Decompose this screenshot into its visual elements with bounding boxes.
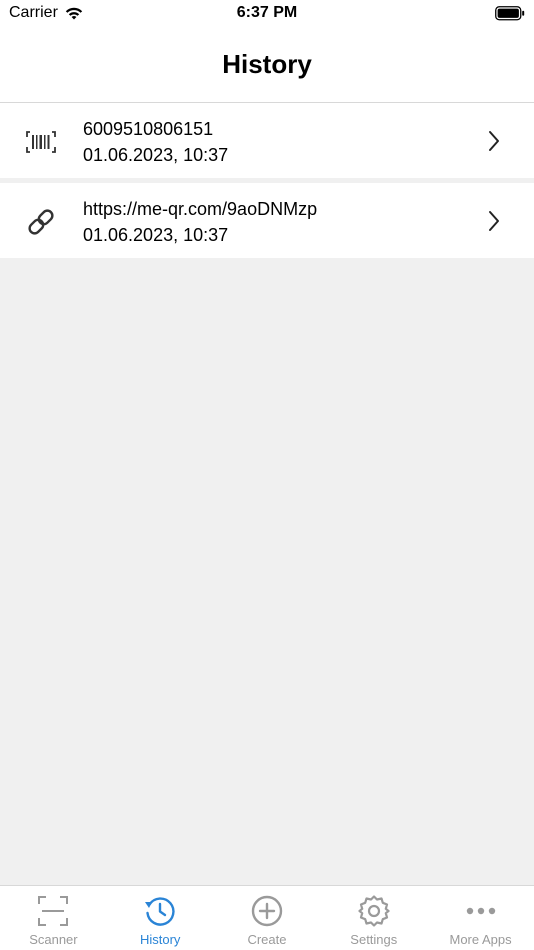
tab-label: Settings xyxy=(350,932,398,947)
tab-create[interactable]: Create xyxy=(214,886,321,950)
status-bar: Carrier 6:37 PM xyxy=(0,0,534,30)
history-item-title: https://me-qr.com/9aoDNMzp xyxy=(83,199,318,219)
tab-history[interactable]: History xyxy=(107,886,214,950)
tab-label: History xyxy=(139,932,181,947)
chevron-right-icon xyxy=(489,131,499,151)
history-item-date: 01.06.2023, 10:37 xyxy=(83,225,229,245)
tab-more-apps[interactable]: More Apps xyxy=(427,886,534,950)
chevron-right-icon xyxy=(489,211,499,231)
history-clock-icon xyxy=(145,897,175,926)
history-row-text: https://me-qr.com/9aoDNMzp 01.06.2023, 1… xyxy=(83,196,317,248)
plus-circle-icon xyxy=(251,895,283,927)
battery-icon xyxy=(495,6,525,26)
history-row-text: 6009510806151 01.06.2023, 10:37 xyxy=(83,116,228,168)
ellipsis-icon xyxy=(466,907,495,915)
tab-bar: Scanner History Create Settings More App… xyxy=(0,885,534,950)
tab-scanner[interactable]: Scanner xyxy=(0,886,107,950)
link-icon xyxy=(28,209,54,235)
history-row-barcode[interactable]: 6009510806151 01.06.2023, 10:37 xyxy=(0,103,534,178)
history-row-link[interactable]: https://me-qr.com/9aoDNMzp 01.06.2023, 1… xyxy=(0,183,534,258)
tab-label: Scanner xyxy=(29,932,78,947)
tab-settings[interactable]: Settings xyxy=(320,886,427,950)
navigation-bar: History xyxy=(0,30,534,103)
history-list: 6009510806151 01.06.2023, 10:37 https://… xyxy=(0,103,534,263)
tab-label: More Apps xyxy=(449,932,512,947)
page-title: History xyxy=(222,49,312,79)
history-item-date: 01.06.2023, 10:37 xyxy=(83,145,229,165)
status-time: 6:37 PM xyxy=(236,4,298,21)
history-item-title: 6009510806151 xyxy=(83,119,214,139)
tab-label: Create xyxy=(247,932,287,947)
scan-frame-icon xyxy=(38,896,69,926)
gear-icon xyxy=(358,895,390,927)
barcode-icon xyxy=(26,131,56,153)
